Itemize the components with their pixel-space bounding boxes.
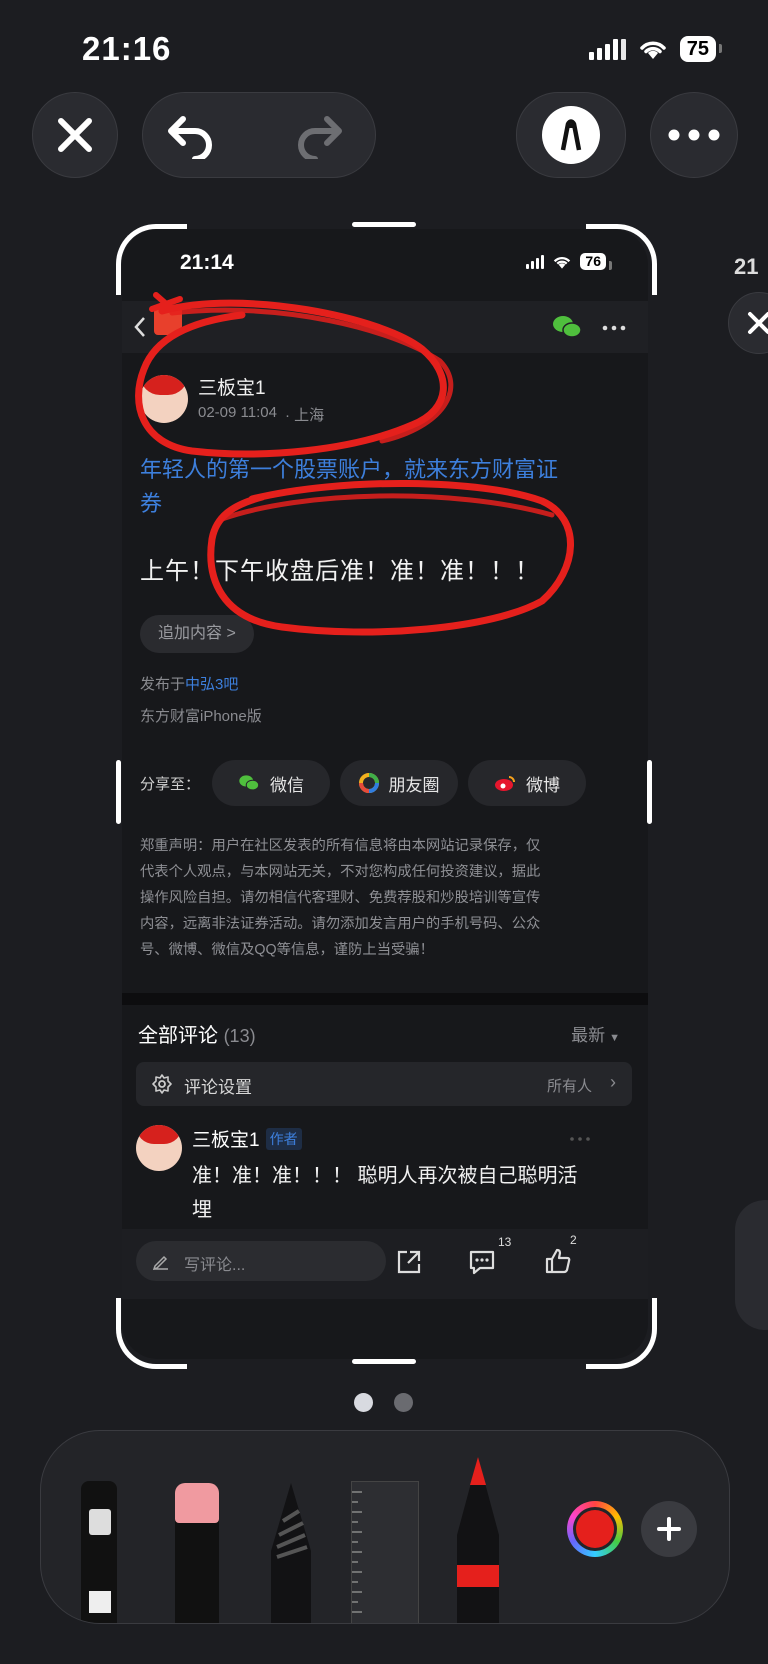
pen-tool-selected[interactable] xyxy=(455,1455,501,1623)
chevron-right-icon: › xyxy=(610,1072,616,1092)
crop-handle-bottom[interactable] xyxy=(352,1359,416,1364)
post-meta: 02-09 11:04 · 上海 xyxy=(198,404,324,425)
close-icon xyxy=(58,118,92,152)
append-content-button[interactable]: 追加内容 > xyxy=(140,615,254,653)
more-button[interactable] xyxy=(650,92,738,178)
battery-indicator: 75 xyxy=(679,36,723,62)
comment-text: 准！准！准！！！ 聪明人再次被自己聪明活 埋 xyxy=(192,1165,578,1221)
status-icons: 75 xyxy=(588,36,723,62)
pencil-icon xyxy=(152,1255,168,1270)
forum-link[interactable]: 中弘3吧 xyxy=(185,676,238,693)
share-wechat-button[interactable]: 微信 xyxy=(212,760,330,806)
markup-tool-tray xyxy=(40,1430,730,1624)
post-location: · 上海 xyxy=(284,407,325,424)
comment-author[interactable]: 三板宝1 xyxy=(192,1125,260,1152)
ruler-tool[interactable] xyxy=(351,1481,419,1623)
post-author[interactable]: 三板宝1 xyxy=(198,373,266,400)
page-dot-active[interactable] xyxy=(354,1393,373,1412)
screenshot-preview: 21:14 76 三板宝1 02-09 11:04 · 上海 年轻人的第一个股票… xyxy=(122,229,648,1359)
moments-icon xyxy=(358,773,379,793)
undo-redo-group xyxy=(142,92,376,178)
page-dot[interactable] xyxy=(394,1393,413,1412)
crop-handle-top-right[interactable] xyxy=(586,224,657,295)
crop-handle-bottom-right[interactable] xyxy=(586,1298,657,1369)
bottom-action-bar: 写评论... 13 2 xyxy=(122,1229,648,1299)
article-navbar xyxy=(122,301,648,353)
marker-tool[interactable] xyxy=(81,1481,117,1623)
color-picker-button[interactable] xyxy=(567,1501,623,1557)
next-screenshot-peek: 21 xyxy=(734,254,759,279)
comment-input[interactable]: 写评论... xyxy=(136,1241,386,1281)
disclaimer: 郑重声明：用户在社区发表的所有信息将由本网站记录保存，仅 代表个人观点，与本网站… xyxy=(140,838,541,958)
add-icon xyxy=(657,1517,681,1541)
pencil-tool[interactable] xyxy=(269,1481,313,1623)
share-label: 分享至： xyxy=(140,776,201,793)
crop-handle-top-left[interactable] xyxy=(116,224,187,295)
close-button[interactable] xyxy=(32,92,118,178)
status-time: 21:16 xyxy=(82,30,172,67)
comments-sort[interactable]: 最新 ▼ xyxy=(571,1021,620,1046)
current-color-swatch xyxy=(576,1510,614,1548)
share-moments-button[interactable]: 朋友圈 xyxy=(340,760,458,806)
avatar[interactable] xyxy=(140,375,188,423)
comment-more-icon[interactable] xyxy=(570,1137,590,1141)
redo-button[interactable] xyxy=(293,111,345,164)
next-screenshot-close xyxy=(728,292,768,354)
section-divider xyxy=(122,993,648,1005)
comment-settings-row[interactable]: 评论设置 所有人 › xyxy=(136,1062,632,1106)
crop-handle-bottom-left[interactable] xyxy=(116,1298,187,1369)
gear-icon xyxy=(152,1074,172,1094)
app-logo xyxy=(154,307,182,335)
signal-icon xyxy=(588,38,626,60)
crop-handle-top[interactable] xyxy=(352,222,416,227)
like-count: 2 xyxy=(570,1233,577,1247)
more-icon[interactable] xyxy=(602,325,626,331)
undo-icon xyxy=(168,116,212,162)
author-badge: 作者 xyxy=(265,1127,302,1150)
undo-button[interactable] xyxy=(165,111,217,164)
like-icon[interactable] xyxy=(544,1247,572,1275)
more-icon xyxy=(668,129,720,141)
share-icon[interactable] xyxy=(396,1249,422,1275)
share-weibo-button[interactable]: 微博 xyxy=(468,760,586,806)
comment-avatar[interactable] xyxy=(136,1125,182,1171)
chevron-down-icon: ▼ xyxy=(609,1032,620,1044)
promo-link[interactable]: 年轻人的第一个股票账户，就来东方财富证 券 xyxy=(140,453,640,521)
eraser-tool[interactable] xyxy=(175,1483,219,1623)
markup-pen-icon xyxy=(542,106,600,164)
wechat-icon xyxy=(239,775,260,791)
weibo-icon xyxy=(495,776,515,791)
published-in: 发布于中弘3吧 xyxy=(140,676,239,693)
client-source: 东方财富iPhone版 xyxy=(140,708,262,725)
wifi-icon xyxy=(640,41,666,59)
crop-handle-right[interactable] xyxy=(647,760,652,824)
markup-button[interactable] xyxy=(516,92,626,178)
add-button[interactable] xyxy=(641,1501,697,1557)
post-time: 02-09 11:04 xyxy=(198,404,277,421)
post-body: 上午！下午收盘后准！准！准！！！ xyxy=(140,558,540,585)
comment-author-row: 三板宝1 作者 xyxy=(192,1125,302,1152)
crop-handle-left[interactable] xyxy=(116,760,121,824)
comment-icon[interactable] xyxy=(468,1249,496,1275)
inner-status-time: 21:14 xyxy=(180,251,234,274)
wechat-icon[interactable] xyxy=(552,314,582,340)
back-icon[interactable] xyxy=(132,315,148,339)
comments-header: 全部评论 (13) xyxy=(138,1025,256,1047)
inner-signal-icon xyxy=(526,254,545,269)
inner-wifi-icon xyxy=(554,256,571,269)
comment-count: 13 xyxy=(498,1235,512,1249)
next-screenshot-edge xyxy=(735,1200,768,1330)
redo-icon xyxy=(298,116,342,162)
